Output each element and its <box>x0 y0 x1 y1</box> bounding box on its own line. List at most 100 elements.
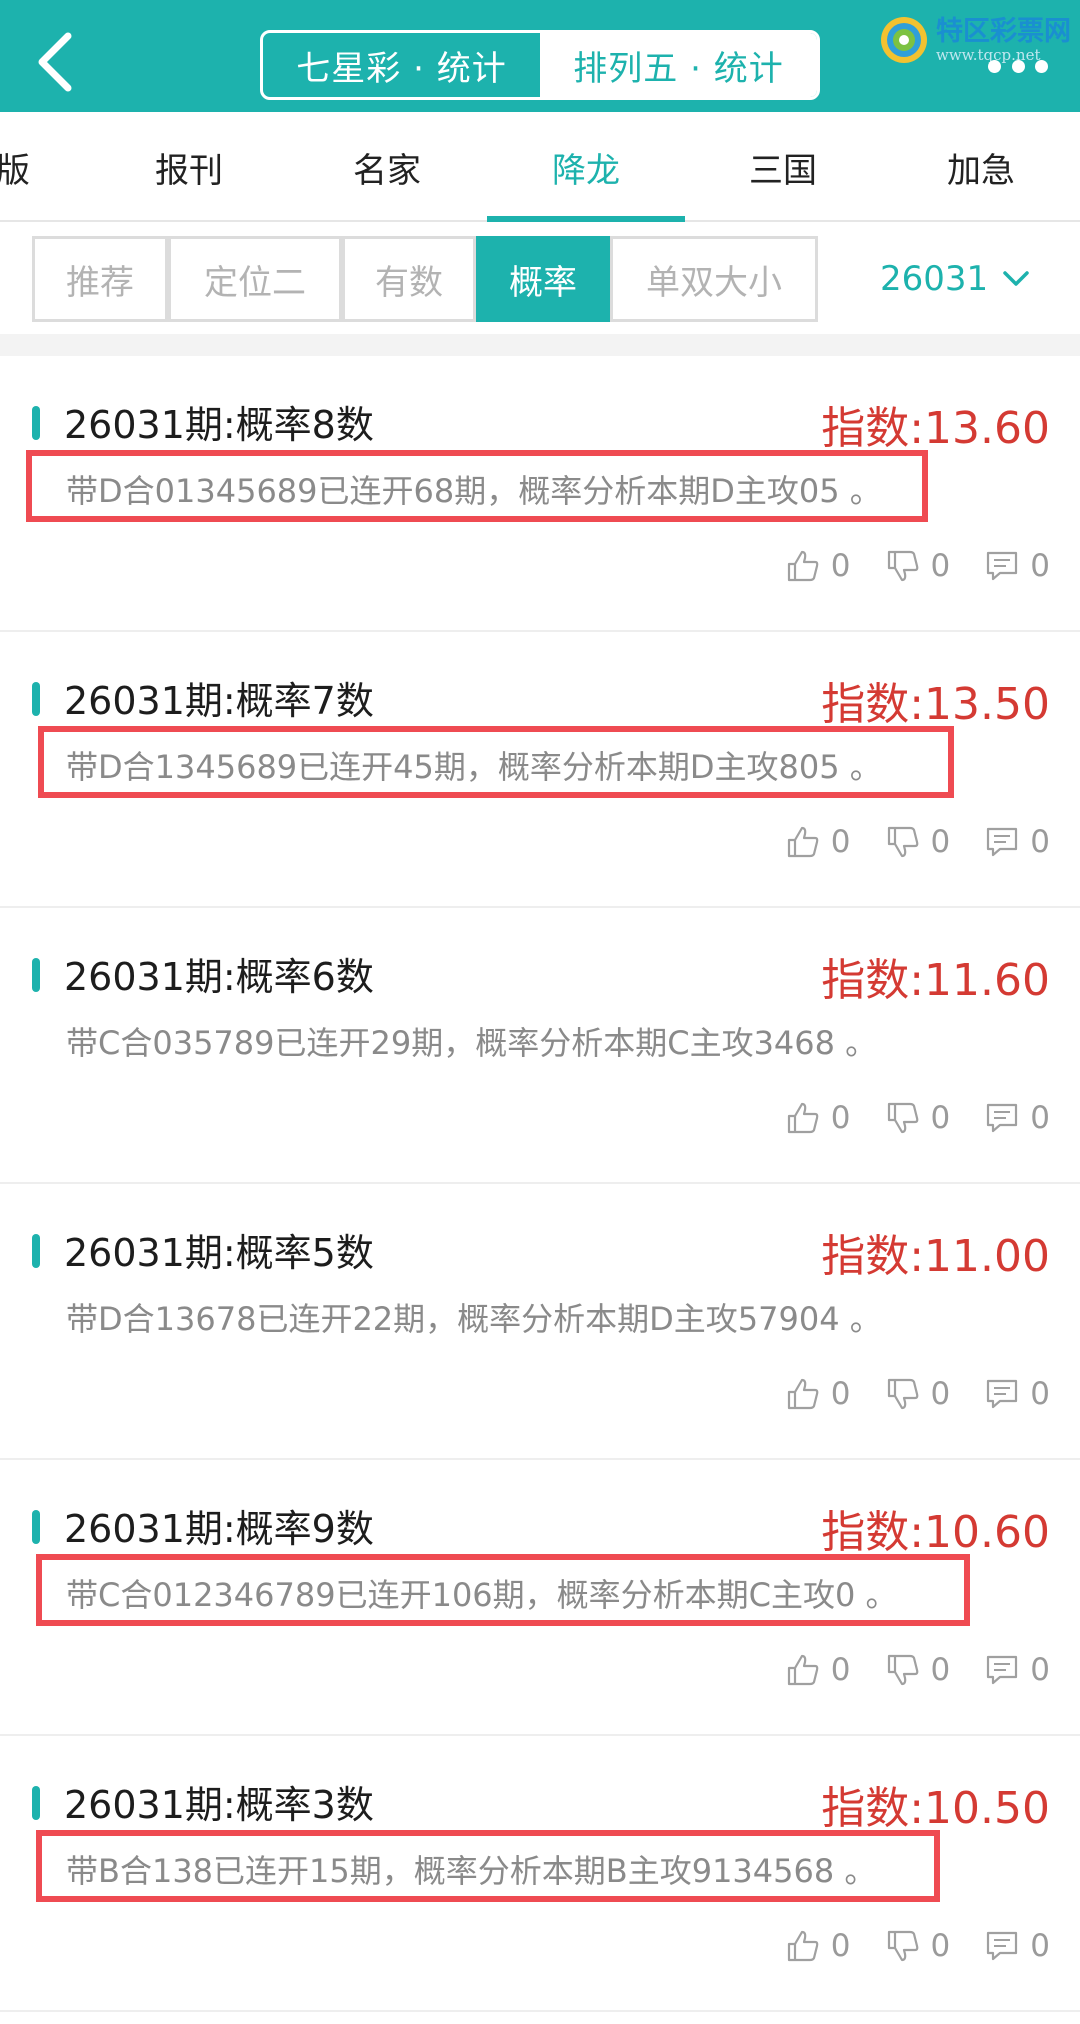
comment-count: 0 <box>1030 1376 1050 1412</box>
segment-pailiewu[interactable]: 排列五 · 统计 <box>540 33 817 97</box>
comment-icon <box>987 1103 1018 1133</box>
thumbs-up-icon <box>787 1930 819 1962</box>
thumbs-down-icon <box>887 826 918 858</box>
comment-icon <box>987 827 1018 857</box>
thumbs-down-icon <box>887 1102 918 1134</box>
list-item[interactable]: 26031期:概率3数 指数:10.50 带B合138已连开15期，概率分析本期… <box>0 1736 1080 2012</box>
like-count: 0 <box>830 824 851 860</box>
post-title: 26031期:概率9数 <box>64 1507 374 1551</box>
list-item[interactable]: 26031期:概率6数 指数:11.60 带C合035789已连开29期，概率分… <box>0 908 1080 1184</box>
comment-button[interactable]: 0 <box>984 1100 1050 1136</box>
like-count: 0 <box>830 1376 851 1412</box>
dislike-button[interactable]: 0 <box>885 1376 950 1412</box>
thumbs-up-icon <box>787 1654 819 1686</box>
post-actions: 0 0 0 <box>751 1928 1050 1964</box>
thumbs-down-icon <box>887 1654 918 1686</box>
segment-qixingcai[interactable]: 七星彩 · 统计 <box>263 33 540 97</box>
comment-count: 0 <box>1030 548 1050 584</box>
chevron-down-icon <box>1003 271 1029 286</box>
thumbs-down-icon <box>887 1378 918 1410</box>
post-actions: 0 0 0 <box>751 548 1050 584</box>
section-divider <box>0 334 1080 356</box>
post-actions: 0 0 0 <box>751 1100 1050 1136</box>
post-actions: 0 0 0 <box>751 824 1050 860</box>
comment-button[interactable]: 0 <box>984 1928 1050 1964</box>
dislike-button[interactable]: 0 <box>885 548 951 584</box>
comment-icon <box>987 1655 1018 1685</box>
period-value: 26031 <box>880 259 989 299</box>
list-item[interactable]: 26031期:概率8数 指数:13.60 带D合01345689已连开68期，概… <box>0 356 1080 632</box>
more-menu-button[interactable] <box>988 58 1048 74</box>
dislike-count: 0 <box>930 824 951 860</box>
like-button[interactable]: 0 <box>785 824 851 860</box>
lottery-switch: 七星彩 · 统计 排列五 · 统计 <box>260 30 820 100</box>
like-button[interactable]: 0 <box>785 1376 851 1412</box>
dislike-count: 0 <box>930 1928 951 1964</box>
tab-baokan[interactable]: 报刊 <box>90 112 288 222</box>
comment-count: 0 <box>1030 824 1050 860</box>
list-item[interactable]: 26031期:概率5数 指数:11.00 带D合13678已连开22期，概率分析… <box>0 1184 1080 1460</box>
title-marker <box>32 682 40 716</box>
logo-swirl-icon <box>881 17 927 63</box>
comment-button[interactable]: 0 <box>984 824 1050 860</box>
comment-icon <box>987 551 1018 581</box>
title-marker <box>32 1234 40 1268</box>
comment-button[interactable]: 0 <box>984 1376 1050 1412</box>
filter-youshu[interactable]: 有数 <box>342 236 476 322</box>
thumbs-down-icon <box>887 550 918 582</box>
filter-dingweier[interactable]: 定位二 <box>168 236 342 322</box>
tab-jianglong[interactable]: 降龙 <box>487 112 685 222</box>
post-index: 指数:10.50 <box>821 1783 1050 1834</box>
tab-mingjia[interactable]: 名家 <box>288 112 486 222</box>
like-button[interactable]: 0 <box>785 1928 851 1964</box>
like-count: 0 <box>830 1652 851 1688</box>
dislike-button[interactable]: 0 <box>885 824 951 860</box>
dislike-button[interactable]: 0 <box>885 1652 950 1688</box>
like-button[interactable]: 0 <box>785 1652 851 1688</box>
filter-gailv[interactable]: 概率 <box>476 236 610 322</box>
dislike-button[interactable]: 0 <box>885 1928 951 1964</box>
filter-bar: 推荐 定位二 有数 概率 单双大小 26031 <box>0 224 1080 334</box>
thumbs-up-icon <box>787 1378 819 1410</box>
thumbs-down-icon <box>887 1930 918 1962</box>
post-title: 26031期:概率7数 <box>64 679 374 723</box>
post-actions: 0 0 0 <box>751 1376 1050 1412</box>
list-item[interactable]: 26031期:概率9数 指数:10.60 带C合012346789已连开106期… <box>0 1460 1080 1736</box>
post-title: 26031期:概率8数 <box>64 403 374 447</box>
title-marker <box>32 1510 40 1544</box>
filter-tuijian[interactable]: 推荐 <box>32 236 168 322</box>
like-button[interactable]: 0 <box>785 548 851 584</box>
post-description: 带D合1345689已连开45期，概率分析本期D主攻805 。 <box>66 748 882 786</box>
post-description: 带C合035789已连开29期，概率分析本期C主攻3468 。 <box>66 1024 878 1062</box>
like-count: 0 <box>830 1100 851 1136</box>
like-count: 0 <box>830 548 851 584</box>
post-index: 指数:10.60 <box>821 1507 1050 1558</box>
period-dropdown[interactable]: 26031 <box>880 236 1060 322</box>
thumbs-up-icon <box>787 826 819 858</box>
like-button[interactable]: 0 <box>785 1100 851 1136</box>
back-button[interactable] <box>28 30 84 94</box>
title-marker <box>32 406 40 440</box>
post-index: 指数:13.60 <box>821 403 1050 454</box>
tab-jiaji[interactable]: 加急 <box>882 112 1080 222</box>
dislike-button[interactable]: 0 <box>885 1100 950 1136</box>
post-description: 带D合01345689已连开68期，概率分析本期D主攻05 。 <box>66 472 882 510</box>
comment-button[interactable]: 0 <box>984 548 1050 584</box>
tab-sanguo[interactable]: 三国 <box>684 112 882 222</box>
more-dot-icon <box>988 59 1001 73</box>
dislike-count: 0 <box>930 548 951 584</box>
post-title: 26031期:概率3数 <box>64 1783 374 1827</box>
comment-count: 0 <box>1030 1100 1050 1136</box>
more-dot-icon <box>1035 59 1048 73</box>
more-dot-icon <box>1011 59 1025 73</box>
post-actions: 0 0 0 <box>751 1652 1050 1688</box>
comment-button[interactable]: 0 <box>984 1652 1050 1688</box>
back-arrow-icon <box>38 32 72 92</box>
post-description: 带D合13678已连开22期，概率分析本期D主攻57904 。 <box>66 1300 882 1338</box>
like-count: 0 <box>830 1928 851 1964</box>
filter-danshuang-daxiao[interactable]: 单双大小 <box>610 236 818 322</box>
list-item[interactable]: 26031期:概率7数 指数:13.50 带D合1345689已连开45期，概率… <box>0 632 1080 908</box>
comment-count: 0 <box>1030 1928 1050 1964</box>
category-tabs: 版 报刊 名家 降龙 三国 加急 <box>0 112 1080 222</box>
comment-icon <box>987 1379 1018 1409</box>
